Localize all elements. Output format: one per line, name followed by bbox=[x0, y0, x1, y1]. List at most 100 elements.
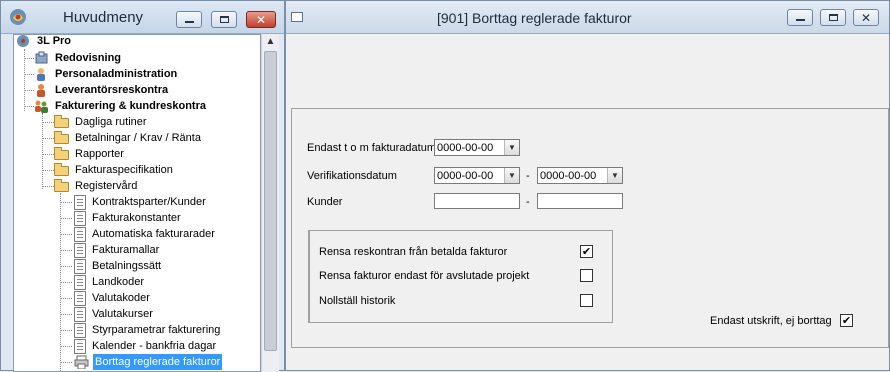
cleanup-titlebar[interactable]: [901] Borttag reglerade fakturor ✕ bbox=[286, 1, 889, 34]
maximize-icon bbox=[828, 14, 838, 21]
tree-item-label: Personaladministration bbox=[55, 68, 178, 80]
document-icon bbox=[74, 338, 86, 354]
folder-icon bbox=[54, 179, 69, 192]
tree-item-label: Fakturering & kundreskontra bbox=[55, 100, 206, 112]
close-icon: ✕ bbox=[860, 10, 872, 25]
checkmark-icon: ✔ bbox=[581, 245, 592, 258]
folder-icon bbox=[54, 115, 69, 128]
folder-icon bbox=[54, 147, 69, 160]
maximize-button[interactable] bbox=[211, 11, 237, 28]
menu-tree: 3L Pro Redovisning Personaladministratio… bbox=[13, 34, 261, 372]
document-icon bbox=[74, 226, 86, 242]
tree-item-kalender[interactable]: Kalender - bankfria dagar bbox=[74, 338, 218, 354]
range-dash: - bbox=[526, 196, 530, 208]
tree-item-leverantorsreskontra[interactable]: Leverantörsreskontra bbox=[34, 82, 170, 98]
tree-item-label: Dagliga rutiner bbox=[75, 116, 147, 128]
tree-item-styrparametrar[interactable]: Styrparametrar fakturering bbox=[74, 322, 222, 338]
invoice-date-field[interactable]: 0000-00-00 ▼ bbox=[434, 139, 520, 156]
tree-item-label: Fakturaspecifikation bbox=[75, 164, 173, 176]
completed-projects-only-checkbox[interactable] bbox=[580, 269, 593, 282]
printer-icon bbox=[74, 355, 89, 369]
tree-item-personaladministration[interactable]: Personaladministration bbox=[34, 66, 179, 82]
reset-history-checkbox[interactable] bbox=[580, 294, 593, 307]
tree-item-label: Landkoder bbox=[92, 276, 144, 288]
tree-item-landkoder[interactable]: Landkoder bbox=[74, 274, 146, 290]
customers-icon bbox=[35, 100, 48, 113]
tree-item-label: Valutakoder bbox=[92, 292, 150, 304]
ledger-icon bbox=[35, 51, 48, 64]
option-label: Nollställ historik bbox=[319, 295, 396, 307]
verification-to-value: 0000-00-00 bbox=[540, 169, 597, 182]
tree-item-borttag-reglerade[interactable]: Borttag reglerade fakturor bbox=[74, 354, 223, 370]
tree-root-label: 3L Pro bbox=[37, 35, 72, 47]
tree-item-redovisning[interactable]: Redovisning bbox=[34, 50, 123, 66]
tree-folder-betalningar[interactable]: Betalningar / Krav / Ränta bbox=[54, 130, 203, 146]
minimize-icon bbox=[184, 21, 194, 23]
document-icon bbox=[74, 194, 86, 210]
document-icon bbox=[74, 290, 86, 306]
document-icon bbox=[74, 274, 86, 290]
tree-item-betalningssatt[interactable]: Betalningssätt bbox=[74, 258, 163, 274]
tree-item-label: Styrparametrar fakturering bbox=[92, 324, 221, 336]
document-icon bbox=[74, 258, 86, 274]
close-button[interactable]: ✕ bbox=[246, 11, 276, 28]
option-label: Rensa fakturor endast för avslutade proj… bbox=[319, 270, 530, 282]
scrollbar-thumb[interactable] bbox=[264, 51, 277, 351]
tree-item-valutakoder[interactable]: Valutakoder bbox=[74, 290, 152, 306]
folder-icon bbox=[54, 163, 69, 176]
tree-item-label: Valutakurser bbox=[92, 308, 153, 320]
print-only-checkbox[interactable]: ✔ bbox=[840, 314, 853, 327]
maximize-button[interactable] bbox=[820, 9, 846, 26]
clear-paid-invoices-checkbox[interactable]: ✔ bbox=[580, 245, 593, 258]
verification-to-field[interactable]: 0000-00-00 ▼ bbox=[537, 167, 623, 184]
tree-item-fakturamallar[interactable]: Fakturamallar bbox=[74, 242, 161, 258]
tree-item-label: Fakturakonstanter bbox=[92, 212, 181, 224]
customers-from-field[interactable] bbox=[434, 193, 520, 209]
tree-item-fakturakonstanter[interactable]: Fakturakonstanter bbox=[74, 210, 183, 226]
tree-item-fakturering[interactable]: Fakturering & kundreskontra bbox=[34, 98, 208, 114]
tree-folder-fakturaspecifikation[interactable]: Fakturaspecifikation bbox=[54, 162, 175, 178]
tree-item-label: Borttag reglerade fakturor bbox=[93, 354, 223, 370]
tree-item-kontraktsparter[interactable]: Kontraktsparter/Kunder bbox=[74, 194, 208, 210]
scroll-up-arrow-icon[interactable]: ▲ bbox=[262, 34, 279, 50]
verification-date-label: Verifikationsdatum bbox=[307, 170, 397, 182]
main-menu-titlebar[interactable]: Huvudmeny ✕ bbox=[1, 1, 284, 34]
print-only-label: Endast utskrift, ej borttag bbox=[710, 315, 832, 327]
tree-folder-rapporter[interactable]: Rapporter bbox=[54, 146, 126, 162]
tree-item-label: Betalningar / Krav / Ränta bbox=[75, 132, 201, 144]
tree-item-automatiska-fakturarader[interactable]: Automatiska fakturarader bbox=[74, 226, 217, 242]
tree-item-label: Registervård bbox=[75, 180, 138, 192]
close-button[interactable]: ✕ bbox=[853, 9, 879, 26]
chevron-down-icon[interactable]: ▼ bbox=[504, 140, 519, 155]
chevron-down-icon[interactable]: ▼ bbox=[504, 168, 519, 183]
window-icon bbox=[291, 12, 303, 22]
supplier-icon bbox=[37, 84, 45, 97]
tree-root[interactable]: 3L Pro bbox=[16, 35, 73, 49]
customers-to-field[interactable] bbox=[537, 193, 623, 209]
document-icon bbox=[74, 322, 86, 338]
tree-item-valutakurser[interactable]: Valutakurser bbox=[74, 306, 155, 322]
minimize-button[interactable] bbox=[176, 11, 202, 28]
main-menu-title: Huvudmeny bbox=[63, 9, 144, 26]
app-logo-icon bbox=[17, 35, 29, 47]
tree-folder-registervard[interactable]: Registervård bbox=[54, 178, 139, 194]
chevron-down-icon[interactable]: ▼ bbox=[607, 168, 622, 183]
menu-tree-scrollbar[interactable]: ▲ bbox=[261, 34, 279, 372]
verification-from-value: 0000-00-00 bbox=[437, 169, 494, 182]
app-logo-icon bbox=[10, 9, 26, 25]
customers-label: Kunder bbox=[307, 196, 343, 208]
maximize-icon bbox=[219, 16, 229, 23]
cleanup-window: [901] Borttag reglerade fakturor ✕ Endas… bbox=[285, 0, 890, 371]
invoice-date-value: 0000-00-00 bbox=[437, 141, 494, 154]
tree-item-label: Redovisning bbox=[55, 52, 122, 64]
verification-from-field[interactable]: 0000-00-00 ▼ bbox=[434, 167, 520, 184]
checkmark-icon: ✔ bbox=[841, 314, 852, 327]
person-icon bbox=[37, 68, 45, 81]
option-label: Rensa reskontran från betalda fakturor bbox=[319, 246, 508, 258]
minimize-icon bbox=[795, 19, 805, 21]
tree-item-label: Kalender - bankfria dagar bbox=[92, 340, 217, 352]
tree-folder-dagliga-rutiner[interactable]: Dagliga rutiner bbox=[54, 114, 149, 130]
document-icon bbox=[74, 210, 86, 226]
options-group: Rensa reskontran från betalda fakturor ✔… bbox=[308, 230, 613, 323]
minimize-button[interactable] bbox=[787, 9, 813, 26]
